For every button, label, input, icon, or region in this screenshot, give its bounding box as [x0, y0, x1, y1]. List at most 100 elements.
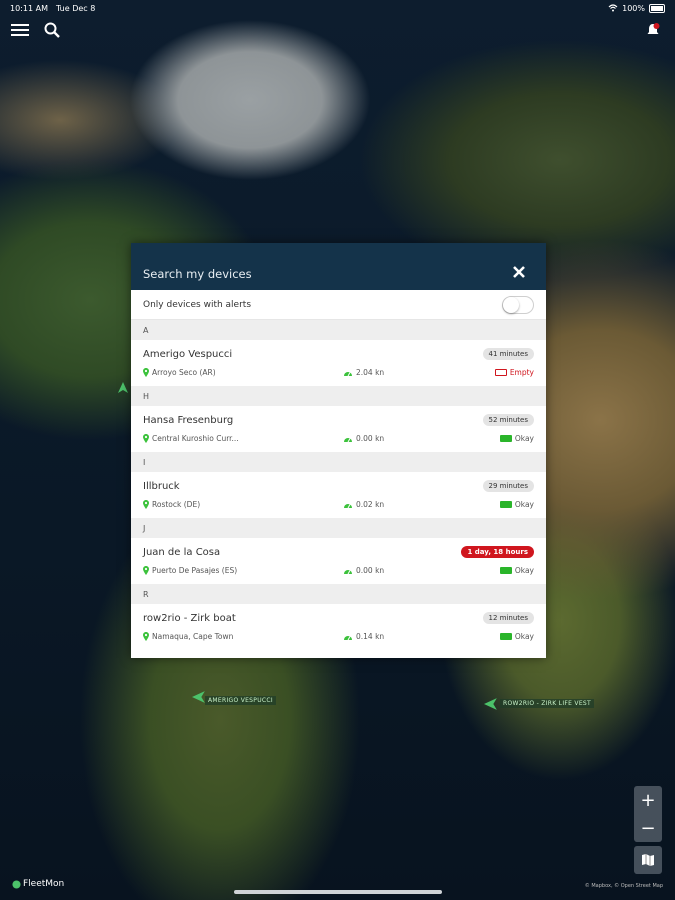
- device-location: Rostock (DE): [143, 500, 200, 509]
- battery-status: Okay: [499, 500, 534, 509]
- device-location: Namaqua, Cape Town: [143, 632, 233, 641]
- battery-level-icon: [499, 633, 512, 640]
- device-speed: 0.14 kn: [343, 632, 384, 641]
- device-row[interactable]: Amerigo Vespucci 41 minutes Arroyo Seco …: [131, 340, 546, 386]
- alerts-filter-toggle[interactable]: [502, 295, 534, 314]
- location-pin-icon: [143, 566, 149, 575]
- device-speed: 0.00 kn: [343, 566, 384, 575]
- vessel-marker-icon[interactable]: [484, 697, 498, 711]
- vessel-label[interactable]: ROW2RIO - ZIRK LIFE VEST: [500, 699, 595, 708]
- modal-title: Search my devices: [143, 266, 252, 281]
- device-row[interactable]: Hansa Fresenburg 52 minutes Central Kuro…: [131, 406, 546, 452]
- modal-header: Search my devices: [131, 243, 546, 290]
- alerts-button[interactable]: [643, 20, 663, 40]
- device-speed-text: 2.04 kn: [356, 368, 385, 377]
- battery-level-icon: [499, 501, 512, 508]
- device-name: Juan de la Cosa: [143, 547, 221, 558]
- section-header: I: [131, 452, 546, 472]
- device-name: Illbruck: [143, 481, 180, 492]
- last-seen-badge: 52 minutes: [482, 414, 534, 426]
- device-speed-text: 0.14 kn: [356, 632, 385, 641]
- status-time: 10:11 AM: [10, 3, 48, 13]
- device-speed-text: 0.02 kn: [356, 500, 385, 509]
- map-attribution[interactable]: © Mapbox, © Open Street Map: [585, 883, 663, 889]
- alerts-filter-label: Only devices with alerts: [143, 299, 252, 310]
- alerts-filter-row: Only devices with alerts: [131, 290, 546, 320]
- speedometer-icon: [344, 437, 352, 442]
- zoom-control: + −: [634, 786, 662, 842]
- device-location-text: Puerto De Pasajes (ES): [152, 566, 238, 575]
- location-pin-icon: [143, 368, 149, 377]
- speedometer-icon: [344, 569, 352, 574]
- speedometer-icon: [344, 635, 352, 640]
- section-header: H: [131, 386, 546, 406]
- menu-button[interactable]: [10, 20, 30, 40]
- device-speed-text: 0.00 kn: [356, 434, 385, 443]
- battery-level-icon: [499, 435, 512, 442]
- device-location: Arroyo Seco (AR): [143, 368, 216, 377]
- battery-status: Empty: [494, 368, 534, 377]
- status-date: Tue Dec 8: [55, 3, 96, 13]
- fleetmon-logo-icon: [12, 879, 21, 889]
- zoom-in-button[interactable]: +: [634, 786, 662, 814]
- battery-status-text: Okay: [514, 434, 534, 443]
- device-speed: 0.00 kn: [343, 434, 384, 443]
- last-seen-badge: 41 minutes: [482, 348, 534, 360]
- search-icon: [44, 22, 60, 38]
- device-location: Puerto De Pasajes (ES): [143, 566, 237, 575]
- zoom-out-button[interactable]: −: [634, 814, 662, 842]
- battery-percent: 100%: [622, 3, 645, 13]
- vessel-marker-icon[interactable]: [192, 690, 206, 704]
- battery-level-icon: [494, 369, 507, 376]
- device-speed: 0.02 kn: [343, 500, 384, 509]
- battery-status-text: Okay: [514, 500, 534, 509]
- section-header: A: [131, 320, 546, 340]
- toggle-knob: [503, 296, 519, 313]
- map-icon: [642, 854, 654, 866]
- battery-status-text: Okay: [514, 566, 534, 575]
- bell-icon: [647, 23, 660, 34]
- device-name: row2rio - Zirk boat: [143, 613, 236, 624]
- device-speed-text: 0.00 kn: [356, 566, 385, 575]
- location-pin-icon: [143, 632, 149, 641]
- battery-status-text: Okay: [514, 632, 534, 641]
- device-location-text: Central Kuroshio Curr...: [152, 434, 239, 443]
- close-icon[interactable]: [512, 265, 526, 279]
- device-list: A Amerigo Vespucci 41 minutes Arroyo Sec…: [131, 320, 546, 650]
- device-location-text: Arroyo Seco (AR): [152, 368, 216, 377]
- speedometer-icon: [344, 503, 352, 508]
- device-location-text: Rostock (DE): [152, 500, 201, 509]
- search-devices-modal: Search my devices Only devices with aler…: [131, 243, 546, 658]
- device-row[interactable]: Illbruck 29 minutes Rostock (DE) 0.02 kn…: [131, 472, 546, 518]
- last-seen-badge: 1 day, 18 hours: [461, 546, 534, 558]
- device-row[interactable]: Juan de la Cosa 1 day, 18 hours Puerto D…: [131, 538, 546, 584]
- section-header: J: [131, 518, 546, 538]
- battery-status: Okay: [499, 434, 534, 443]
- device-row[interactable]: row2rio - Zirk boat 12 minutes Namaqua, …: [131, 604, 546, 650]
- hamburger-icon: [11, 24, 29, 36]
- location-pin-icon: [143, 500, 149, 509]
- device-name: Amerigo Vespucci: [143, 349, 233, 360]
- battery-status: Okay: [499, 566, 534, 575]
- search-button[interactable]: [42, 20, 62, 40]
- last-seen-badge: 12 minutes: [482, 612, 534, 624]
- brand-logo: FleetMon: [12, 879, 64, 889]
- device-location-text: Namaqua, Cape Town: [152, 632, 234, 641]
- device-name: Hansa Fresenburg: [143, 415, 234, 426]
- vessel-label[interactable]: AMERIGO VESPUCCI: [205, 696, 276, 705]
- location-pin-icon: [143, 434, 149, 443]
- wifi-icon: [608, 4, 618, 12]
- home-indicator[interactable]: [234, 890, 442, 894]
- device-location: Central Kuroshio Curr...: [143, 434, 239, 443]
- device-speed: 2.04 kn: [343, 368, 384, 377]
- map-layers-button[interactable]: [634, 846, 662, 874]
- battery-status-text: Empty: [509, 368, 534, 377]
- vessel-marker-icon[interactable]: [117, 382, 129, 394]
- battery-icon: [649, 3, 665, 13]
- last-seen-badge: 29 minutes: [482, 480, 534, 492]
- brand-name: FleetMon: [23, 879, 65, 889]
- battery-level-icon: [499, 567, 512, 574]
- status-bar: 10:11 AM Tue Dec 8 100%: [0, 0, 675, 16]
- section-header: R: [131, 584, 546, 604]
- battery-status: Okay: [499, 632, 534, 641]
